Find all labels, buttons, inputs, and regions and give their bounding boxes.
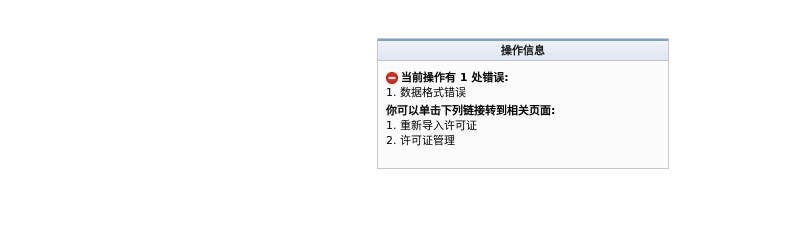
- link-item-license-management: 2. 许可证管理: [386, 133, 668, 148]
- links-heading: 你可以单击下列链接转到相关页面:: [386, 104, 556, 117]
- panel-title: 操作信息: [378, 39, 668, 61]
- reimport-license-link[interactable]: 重新导入许可证: [400, 119, 477, 132]
- link-item-reimport-license: 1. 重新导入许可证: [386, 118, 668, 133]
- license-management-link[interactable]: 许可证管理: [400, 134, 455, 147]
- error-item: 1. 数据格式错误: [386, 85, 668, 100]
- error-heading: 当前操作有 1 处错误:: [401, 71, 509, 84]
- error-item-index: 1.: [386, 86, 397, 99]
- error-heading-row: 当前操作有 1 处错误:: [386, 70, 668, 85]
- operation-info-panel: 操作信息 当前操作有 1 处错误: 1. 数据格式错误 你可以单击下列链接转到相…: [377, 38, 669, 169]
- panel-body: 当前操作有 1 处错误: 1. 数据格式错误 你可以单击下列链接转到相关页面: …: [378, 61, 668, 148]
- error-stop-icon: [386, 71, 398, 84]
- link-item-index: 1.: [386, 119, 397, 132]
- error-item-text: 数据格式错误: [400, 86, 466, 99]
- link-item-index: 2.: [386, 134, 397, 147]
